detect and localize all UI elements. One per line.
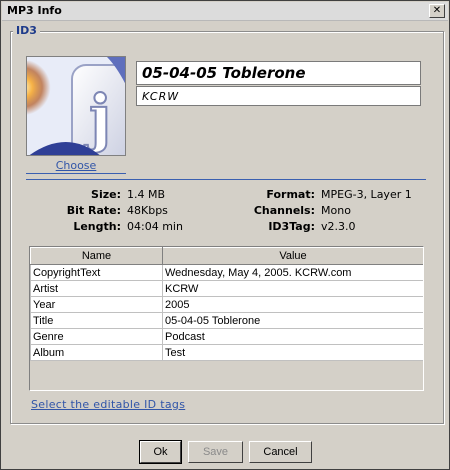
length-label: Length: [73,220,121,233]
tag-value-cell[interactable]: Podcast [162,328,423,345]
column-header-name[interactable]: Name [30,247,163,265]
bitrate-label: Bit Rate: [66,204,121,217]
song-title-field[interactable]: 05-04-05 Toblerone [136,61,421,85]
album-artwork[interactable]: j [26,56,126,156]
choose-artwork-link[interactable]: Choose [26,159,126,172]
close-button[interactable]: ✕ [429,4,445,18]
id3tag-value: v2.3.0 [321,220,356,233]
format-label: Format: [266,188,315,201]
tag-name-cell[interactable]: Artist [30,280,163,297]
tag-name-cell[interactable]: Title [30,312,163,329]
tag-name-cell[interactable]: CopyrightText [30,264,163,281]
artist-field[interactable]: KCRW [136,86,421,106]
svg-text:j: j [84,81,111,154]
id3-group-label: ID3 [13,24,40,37]
artwork-divider [26,173,126,174]
column-header-value[interactable]: Value [162,247,423,265]
tag-value-cell[interactable]: KCRW [162,280,423,297]
table-row[interactable]: Title 05-04-05 Toblerone [30,312,423,329]
id3tag-label: ID3Tag: [268,220,315,233]
channels-value: Mono [321,204,351,217]
artwork-image: j [27,57,125,155]
table-row[interactable]: Artist KCRW [30,280,423,297]
table-row[interactable]: CopyrightText Wednesday, May 4, 2005. KC… [30,264,423,281]
select-editable-tags-link[interactable]: Select the editable ID tags [31,398,185,411]
tag-value-cell[interactable]: 05-04-05 Toblerone [162,312,423,329]
window-title: MP3 Info [7,4,62,17]
mp3-info-dialog: MP3 Info ✕ ID3 j Choose 05-04-05 Toblero… [0,0,450,470]
tag-name-cell[interactable]: Album [30,344,163,361]
bitrate-value: 48Kbps [127,204,168,217]
tag-value-cell[interactable]: Test [162,344,423,361]
title-bar[interactable]: MP3 Info ✕ [2,2,448,21]
tag-name-cell[interactable]: Year [30,296,163,313]
table-row[interactable]: Year 2005 [30,296,423,313]
format-value: MPEG-3, Layer 1 [321,188,412,201]
save-button[interactable]: Save [188,441,243,463]
id3-tags-table-container[interactable]: Name Value CopyrightText Wednesday, May … [29,246,424,391]
tag-name-cell[interactable]: Genre [30,328,163,345]
table-row[interactable]: Genre Podcast [30,328,423,345]
tag-value-cell[interactable]: 2005 [162,296,423,313]
table-row[interactable]: Album Test [30,344,423,361]
id3-tags-table: Name Value CopyrightText Wednesday, May … [30,247,423,361]
ok-button[interactable]: Ok [139,440,182,464]
table-header-row: Name Value [30,247,423,265]
section-divider [26,179,426,180]
cancel-button[interactable]: Cancel [249,441,312,463]
tag-value-cell[interactable]: Wednesday, May 4, 2005. KCRW.com [162,264,423,281]
channels-label: Channels: [253,204,315,217]
length-value: 04:04 min [127,220,183,233]
size-label: Size: [91,188,121,201]
size-value: 1.4 MB [127,188,166,201]
close-icon: ✕ [432,5,442,16]
